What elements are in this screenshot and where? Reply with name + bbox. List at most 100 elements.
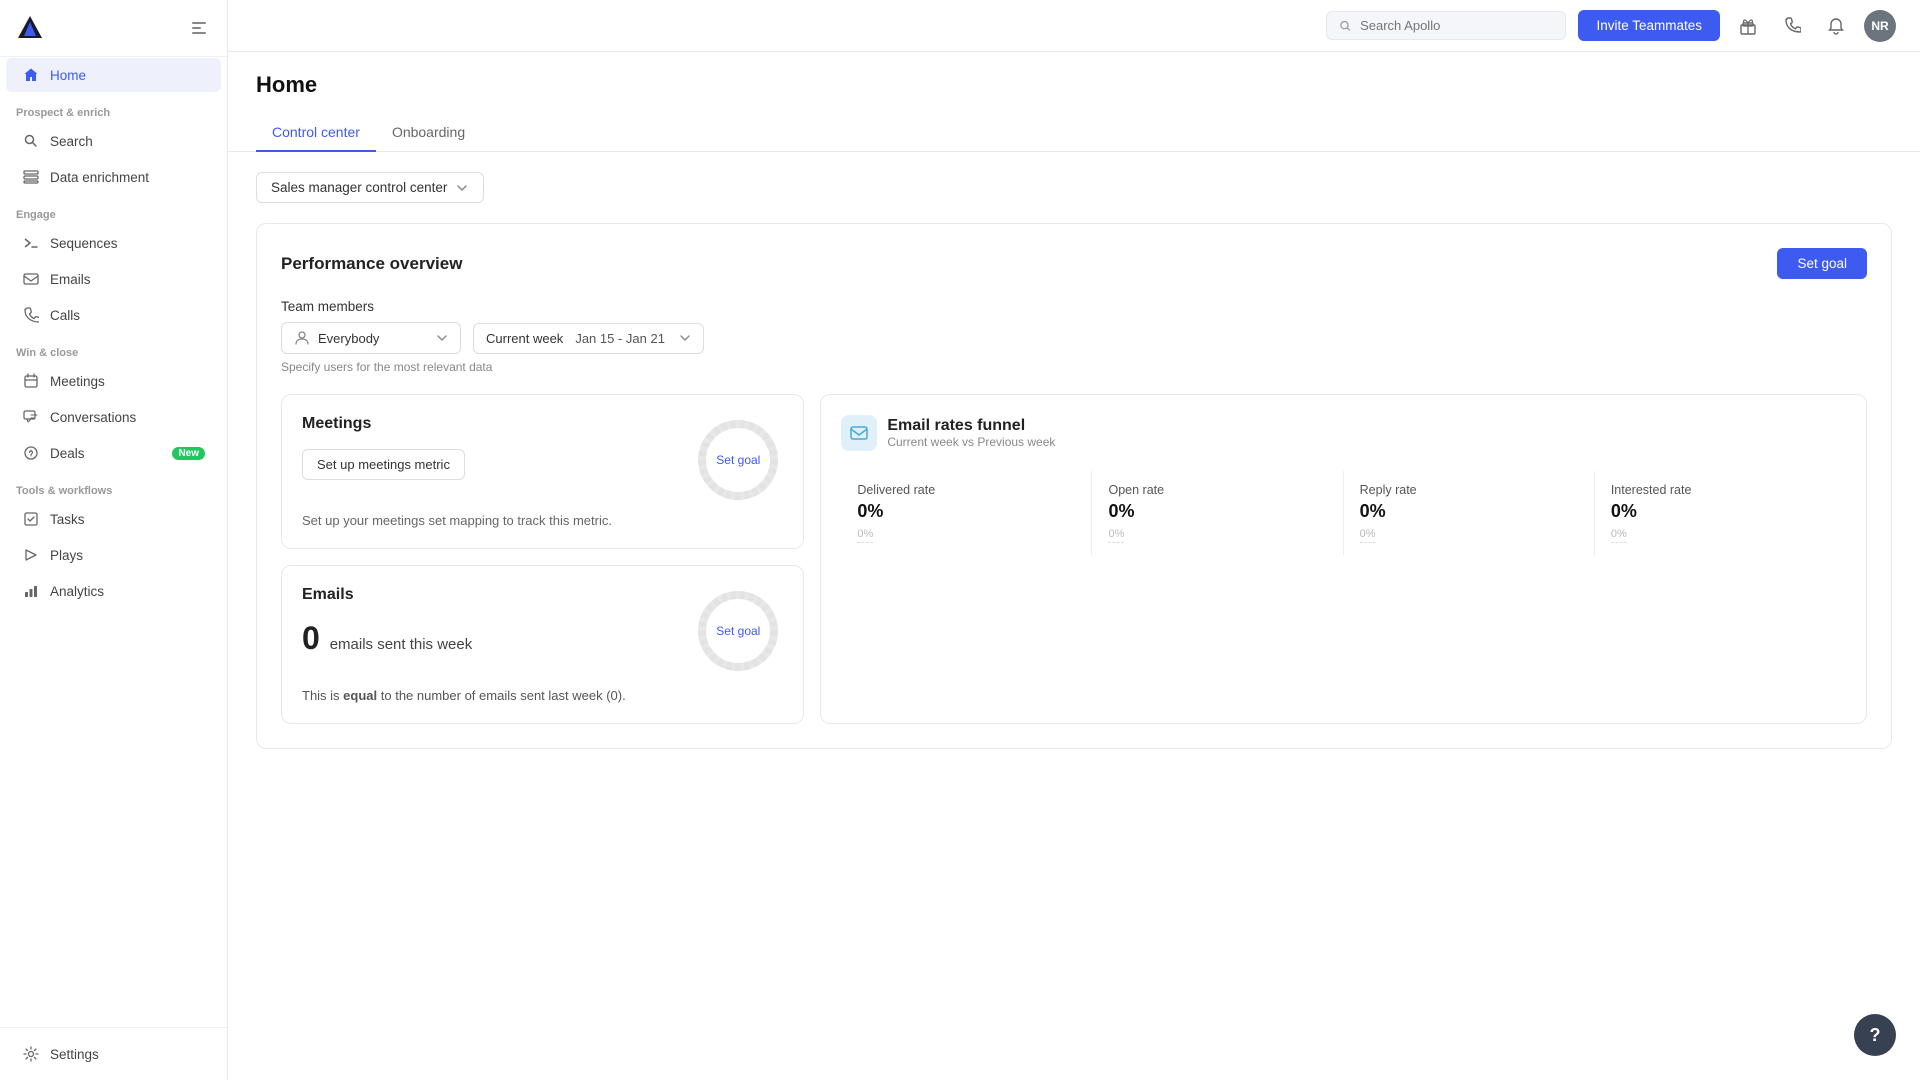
sidebar-item-sequences-label: Sequences: [50, 236, 118, 251]
funnel-metric-delivered: Delivered rate 0% 0%: [841, 471, 1092, 555]
deals-badge: New: [172, 447, 205, 460]
sidebar: Home Prospect & enrich Search Data enric…: [0, 0, 228, 1080]
funnel-metric-open: Open rate 0% 0%: [1092, 471, 1343, 555]
funnel-header: Email rates funnel Current week vs Previ…: [841, 415, 1846, 451]
calls-icon: [22, 306, 40, 324]
plays-icon: [22, 546, 40, 564]
content-body: Sales manager control center Performance…: [228, 152, 1920, 769]
sidebar-item-emails[interactable]: Emails: [6, 262, 221, 296]
performance-overview-section: Performance overview Set goal Team membe…: [256, 223, 1892, 749]
meetings-card: Meetings Set up meetings metric S: [281, 394, 804, 549]
reply-rate-value: 0%: [1360, 501, 1578, 522]
sidebar-item-search[interactable]: Search: [6, 124, 221, 158]
sidebar-item-deals[interactable]: Deals New: [6, 436, 221, 470]
open-rate-value: 0%: [1108, 501, 1326, 522]
search-bar[interactable]: [1326, 11, 1566, 40]
topbar: Invite Teammates NR: [228, 0, 1920, 52]
settings-icon: [22, 1045, 40, 1063]
content: Home Control center Onboarding Sales man…: [228, 52, 1920, 1080]
sidebar-item-meetings-label: Meetings: [50, 374, 105, 389]
bell-icon[interactable]: [1820, 10, 1852, 42]
delivered-rate-value: 0%: [857, 501, 1075, 522]
page-title: Home: [256, 72, 1892, 98]
everybody-label: Everybody: [318, 331, 379, 346]
deals-icon: [22, 444, 40, 462]
sidebar-bottom: Settings: [0, 1027, 227, 1080]
set-goal-button[interactable]: Set goal: [1777, 248, 1867, 279]
sidebar-item-meetings[interactable]: Meetings: [6, 364, 221, 398]
tab-onboarding[interactable]: Onboarding: [376, 114, 481, 152]
perf-title: Performance overview: [281, 254, 462, 274]
sequences-icon: [22, 234, 40, 252]
avatar[interactable]: NR: [1864, 10, 1896, 42]
sidebar-item-sequences[interactable]: Sequences: [6, 226, 221, 260]
interested-rate-change: 0%: [1611, 528, 1627, 543]
phone-icon[interactable]: [1776, 10, 1808, 42]
sidebar-item-plays[interactable]: Plays: [6, 538, 221, 572]
sidebar-item-analytics[interactable]: Analytics: [6, 574, 221, 608]
dropdown-chevron-icon: [436, 332, 448, 344]
sidebar-toggle-icon[interactable]: [187, 16, 211, 40]
perf-header: Performance overview Set goal: [281, 248, 1867, 279]
sidebar-item-calls-label: Calls: [50, 308, 80, 323]
sidebar-item-plays-label: Plays: [50, 548, 83, 563]
section-label-tools: Tools & workflows: [0, 471, 227, 501]
current-week-label: Current week: [486, 331, 563, 346]
date-dropdown-chevron-icon: [679, 332, 691, 344]
funnel-metrics-grid: Delivered rate 0% 0% Open rate 0% 0%: [841, 471, 1846, 555]
view-selector-label: Sales manager control center: [271, 180, 447, 195]
sidebar-item-settings[interactable]: Settings: [6, 1037, 221, 1071]
emails-count: 0: [302, 620, 320, 656]
email-funnel-card: Email rates funnel Current week vs Previ…: [820, 394, 1867, 724]
sidebar-item-emails-label: Emails: [50, 272, 91, 287]
delivered-rate-label: Delivered rate: [857, 483, 1075, 497]
emails-comparison: This is equal to the number of emails se…: [302, 688, 783, 703]
main-area: Invite Teammates NR Home Control center …: [228, 0, 1920, 1080]
setup-meetings-button[interactable]: Set up meetings metric: [302, 449, 465, 480]
reply-rate-change: 0%: [1360, 528, 1376, 543]
sidebar-item-conversations-label: Conversations: [50, 410, 136, 425]
delivered-rate-change: 0%: [857, 528, 873, 543]
funnel-email-icon: [849, 423, 869, 443]
meetings-set-goal-label[interactable]: Set goal: [716, 453, 760, 467]
view-selector-dropdown[interactable]: Sales manager control center: [256, 172, 484, 203]
data-enrichment-icon: [22, 168, 40, 186]
logo[interactable]: [16, 14, 44, 42]
team-members-dropdown[interactable]: Everybody: [281, 322, 461, 354]
emails-card: Emails 0 emails sent this week: [281, 565, 804, 724]
funnel-subtitle: Current week vs Previous week: [887, 435, 1055, 449]
reply-rate-label: Reply rate: [1360, 483, 1578, 497]
search-input[interactable]: [1360, 18, 1553, 33]
gift-icon[interactable]: [1732, 10, 1764, 42]
current-week-dropdown[interactable]: Current week Jan 15 - Jan 21: [473, 323, 704, 354]
section-label-engage: Engage: [0, 195, 227, 225]
sidebar-item-settings-label: Settings: [50, 1047, 99, 1062]
meetings-icon: [22, 372, 40, 390]
invite-teammates-button[interactable]: Invite Teammates: [1578, 10, 1720, 41]
sidebar-item-home[interactable]: Home: [6, 58, 221, 92]
tab-control-center[interactable]: Control center: [256, 114, 376, 152]
person-icon: [294, 330, 310, 346]
open-rate-label: Open rate: [1108, 483, 1326, 497]
sidebar-item-calls[interactable]: Calls: [6, 298, 221, 332]
section-label-prospect: Prospect & enrich: [0, 93, 227, 123]
sidebar-item-data-enrichment[interactable]: Data enrichment: [6, 160, 221, 194]
sidebar-item-home-label: Home: [50, 68, 86, 83]
analytics-icon: [22, 582, 40, 600]
funnel-metric-interested: Interested rate 0% 0%: [1595, 471, 1846, 555]
sidebar-item-deals-label: Deals: [50, 446, 85, 461]
sidebar-item-search-label: Search: [50, 134, 93, 149]
help-button[interactable]: ?: [1854, 1014, 1896, 1056]
emails-set-goal-label[interactable]: Set goal: [716, 624, 760, 638]
meetings-card-title: Meetings: [302, 415, 465, 433]
sidebar-item-tasks[interactable]: Tasks: [6, 502, 221, 536]
tasks-icon: [22, 510, 40, 528]
conversations-icon: [22, 408, 40, 426]
emails-icon: [22, 270, 40, 288]
emails-card-title: Emails: [302, 586, 472, 604]
meetings-circle-chart: Set goal: [693, 415, 783, 505]
search-icon: [22, 132, 40, 150]
sidebar-header: [0, 0, 227, 57]
interested-rate-value: 0%: [1611, 501, 1830, 522]
sidebar-item-conversations[interactable]: Conversations: [6, 400, 221, 434]
